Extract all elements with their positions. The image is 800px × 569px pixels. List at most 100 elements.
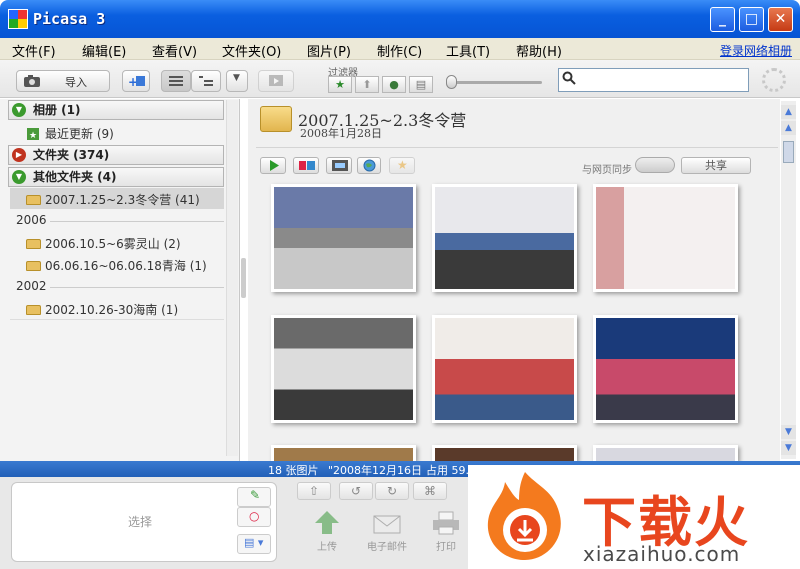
share-button[interactable]: 共享	[681, 157, 751, 174]
tray-select-label: 选择	[128, 515, 153, 529]
scroll-up-icon[interactable]: ▲	[781, 105, 796, 119]
slideshow-icon	[269, 75, 283, 86]
photo-thumbnail[interactable]	[432, 184, 577, 292]
album-date: 2008年1月28日	[300, 127, 382, 140]
filter-uploaded-button[interactable]: ⬆	[355, 76, 379, 93]
expand-icon[interactable]: ▼	[12, 170, 26, 184]
sidebar-item-wulingshan[interactable]: 2006.10.5~6雾灵山 (2)	[26, 235, 181, 252]
sync-toggle[interactable]	[635, 157, 675, 173]
menu-file[interactable]: 文件(F)	[12, 41, 56, 60]
folder-icon	[260, 106, 292, 132]
print-button[interactable]: 打印	[424, 510, 468, 553]
divider	[10, 319, 224, 320]
add-to-button[interactable]: ▤ ▾	[237, 534, 271, 554]
scroll-thumb[interactable]	[783, 141, 794, 163]
geotag-button[interactable]	[357, 157, 381, 174]
login-web-album-link[interactable]: 登录网络相册	[720, 42, 792, 59]
film-icon	[332, 160, 348, 171]
rotate-right-button[interactable]: ↻	[375, 482, 409, 500]
collapse-icon[interactable]: ▶	[12, 148, 26, 162]
email-button[interactable]: 电子邮件	[365, 510, 409, 553]
photo-thumbnail[interactable]	[593, 445, 738, 461]
import-label: 导入	[65, 76, 87, 89]
tag-button[interactable]: ⌘	[413, 482, 447, 500]
play-slideshow-button[interactable]	[260, 157, 286, 174]
play-icon	[270, 160, 279, 171]
scroll-page-down-icon[interactable]: ▼	[781, 425, 796, 439]
star-album-button[interactable]: ★	[389, 157, 415, 174]
share-icon: ⇧	[308, 484, 320, 498]
maximize-button[interactable]: □	[739, 7, 764, 32]
menu-edit[interactable]: 编辑(E)	[82, 41, 126, 60]
svg-text:★: ★	[29, 131, 37, 141]
slideshow-button[interactable]	[258, 70, 294, 92]
sidebar-item-qinghai[interactable]: 06.06.16~06.06.18青海 (1)	[26, 257, 207, 274]
sidebar-item-hainan[interactable]: 2002.10.26-30海南 (1)	[26, 301, 178, 318]
filter-video-button[interactable]: ▤	[409, 76, 433, 93]
menu-help[interactable]: 帮助(H)	[516, 41, 562, 60]
printer-icon	[433, 511, 459, 535]
sidebar-item-label: 2006.10.5~6雾灵山 (2)	[45, 237, 181, 251]
collage-button[interactable]	[293, 157, 319, 174]
menu-picture[interactable]: 图片(P)	[307, 41, 351, 60]
list-view-button[interactable]	[161, 70, 191, 92]
section-label: 文件夹 (374)	[33, 148, 110, 162]
photo-thumbnail[interactable]	[432, 315, 577, 423]
tree-view-button[interactable]	[191, 70, 221, 92]
hold-button[interactable]: ✎	[237, 487, 271, 507]
filter-slider-knob[interactable]	[446, 75, 457, 89]
folder-icon	[26, 261, 41, 271]
expand-icon[interactable]: ▼	[12, 103, 26, 117]
menu-create[interactable]: 制作(C)	[377, 41, 422, 60]
camera-icon	[24, 75, 40, 87]
sidebar-scrollbar[interactable]	[226, 100, 238, 456]
watermark-url: xiazaihuo.com	[583, 542, 741, 566]
filter-people-button[interactable]: ●	[382, 76, 406, 93]
recent-album-icon: ★	[27, 128, 39, 141]
album-add-icon: ▤ ▾	[244, 536, 264, 549]
splitter-handle[interactable]	[241, 258, 246, 298]
scroll-down-icon[interactable]: ▼	[781, 441, 796, 455]
rotate-right-icon: ↻	[386, 484, 398, 498]
view-dropdown-button[interactable]: ▼	[226, 70, 248, 92]
clear-button[interactable]: ○	[237, 507, 271, 527]
photo-thumbnail[interactable]	[593, 184, 738, 292]
menu-folder[interactable]: 文件夹(O)	[222, 41, 281, 60]
divider	[256, 147, 778, 148]
sidebar-item-recent[interactable]: ★ 最近更新 (9)	[26, 125, 114, 142]
sidebar-section-other-folders[interactable]: ▼ 其他文件夹 (4)	[8, 167, 224, 187]
add-to-album-button[interactable]: +	[122, 70, 150, 92]
menu-tools[interactable]: 工具(T)	[446, 41, 490, 60]
sidebar-section-albums[interactable]: ▼ 相册 (1)	[8, 100, 224, 120]
album-scrollbar[interactable]: ▲ ▲ ▼ ▼	[781, 101, 796, 459]
import-button[interactable]: 导入	[16, 70, 110, 92]
minimize-button[interactable]: _	[710, 7, 735, 32]
up-arrow-icon: ⬆	[362, 78, 372, 91]
movie-button[interactable]	[326, 157, 352, 174]
email-label: 电子邮件	[367, 542, 407, 553]
scroll-page-up-icon[interactable]: ▲	[781, 121, 796, 135]
folder-icon	[26, 305, 41, 315]
upload-button[interactable]: 上传	[305, 510, 349, 553]
globe-icon	[363, 159, 376, 172]
filter-slider-track[interactable]	[452, 81, 542, 84]
photo-thumbnail[interactable]	[271, 315, 416, 423]
title-bar: Picasa 3 _ □ ✕	[0, 0, 800, 38]
photo-thumbnail[interactable]	[432, 445, 577, 461]
photo-thumbnail[interactable]	[271, 184, 416, 292]
photo-thumbnail[interactable]	[593, 315, 738, 423]
menu-view[interactable]: 查看(V)	[152, 41, 197, 60]
search-input[interactable]	[558, 68, 749, 92]
year-label: 2002	[16, 279, 47, 293]
loading-spinner-icon	[762, 68, 786, 92]
year-divider	[50, 221, 224, 222]
picasa-app-icon	[8, 9, 28, 29]
close-button[interactable]: ✕	[768, 7, 793, 32]
photo-thumbnail[interactable]	[271, 445, 416, 461]
sidebar-section-folders[interactable]: ▶ 文件夹 (374)	[8, 145, 224, 165]
share-email-button[interactable]: ⇧	[297, 482, 331, 500]
sidebar-item-label: 06.06.16~06.06.18青海 (1)	[45, 259, 207, 273]
filter-starred-button[interactable]: ★	[328, 76, 352, 93]
sidebar-item-winter-camp[interactable]: 2007.1.25~2.3冬令营 (41)	[26, 191, 200, 208]
rotate-left-button[interactable]: ↺	[339, 482, 373, 500]
